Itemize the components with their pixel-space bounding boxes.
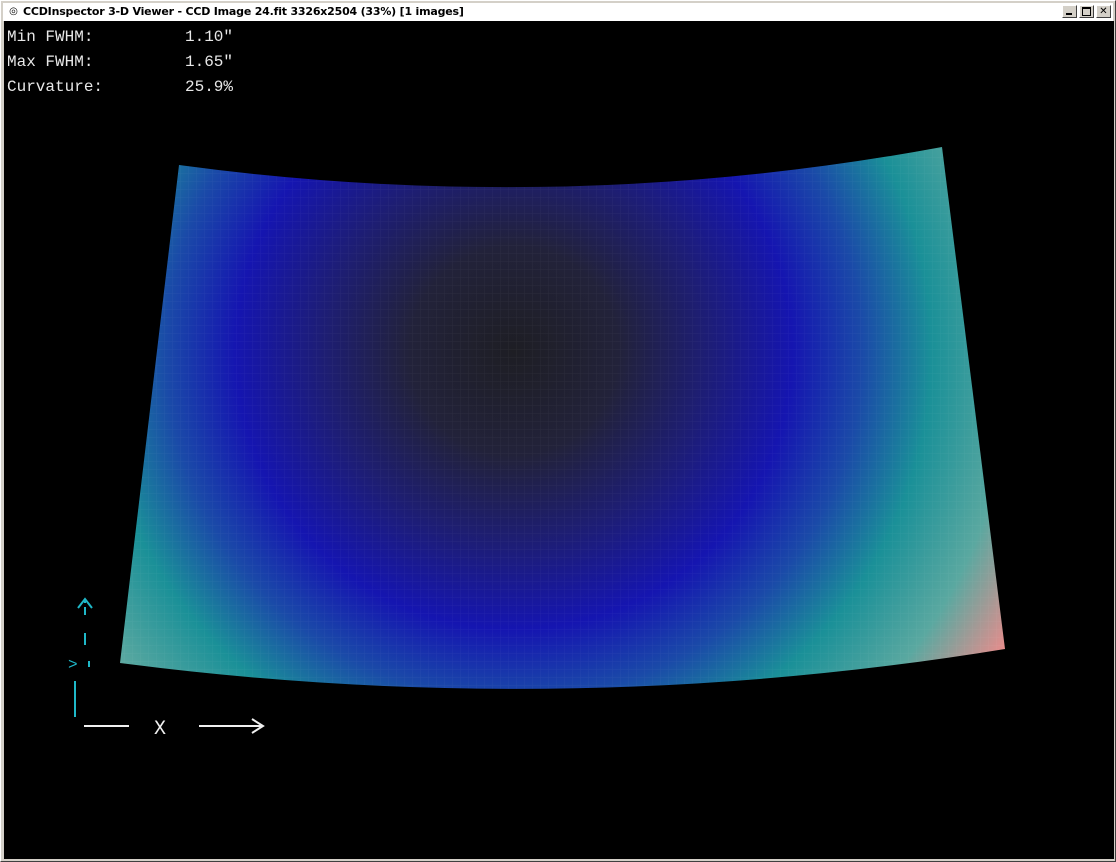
close-button[interactable]: ✕ [1096,5,1111,18]
z-marker: > [68,656,78,674]
min-fwhm-row: Min FWHM: 1.10" [7,25,233,50]
title-bar[interactable]: ◎ CCDInspector 3-D Viewer - CCD Image 24… [3,3,1113,21]
surface-plot[interactable]: > X [4,21,1114,859]
fwhm-surface [120,147,1005,689]
minimize-icon [1063,6,1076,17]
maximize-icon [1080,6,1093,17]
viewer-window: ◎ CCDInspector 3-D Viewer - CCD Image 24… [0,0,1116,862]
min-fwhm-label: Min FWHM: [7,28,94,46]
app-icon[interactable]: ◎ [8,6,19,17]
max-fwhm-row: Max FWHM: 1.65" [7,50,233,75]
max-fwhm-value: 1.65" [185,53,234,71]
window-title: CCDInspector 3-D Viewer - CCD Image 24.f… [23,5,464,18]
title-buttons: ✕ [1060,5,1111,19]
minimize-button[interactable] [1062,5,1077,18]
maximize-button[interactable] [1079,5,1094,18]
curvature-row: Curvature: 25.9% [7,75,233,100]
close-icon: ✕ [1099,6,1108,17]
x-axis-arrow-icon [84,718,265,734]
max-fwhm-label: Max FWHM: [7,53,94,71]
curvature-label: Curvature: [7,78,104,96]
curvature-value: 25.9% [185,78,234,96]
3d-viewport[interactable]: > X Min FWHM: 1.10" Max FWHM: 1.65" Curvat… [4,21,1114,859]
x-axis-label: X [154,718,166,741]
fwhm-stats: Min FWHM: 1.10" Max FWHM: 1.65" Curvature:… [7,25,233,100]
min-fwhm-value: 1.10" [185,28,234,46]
